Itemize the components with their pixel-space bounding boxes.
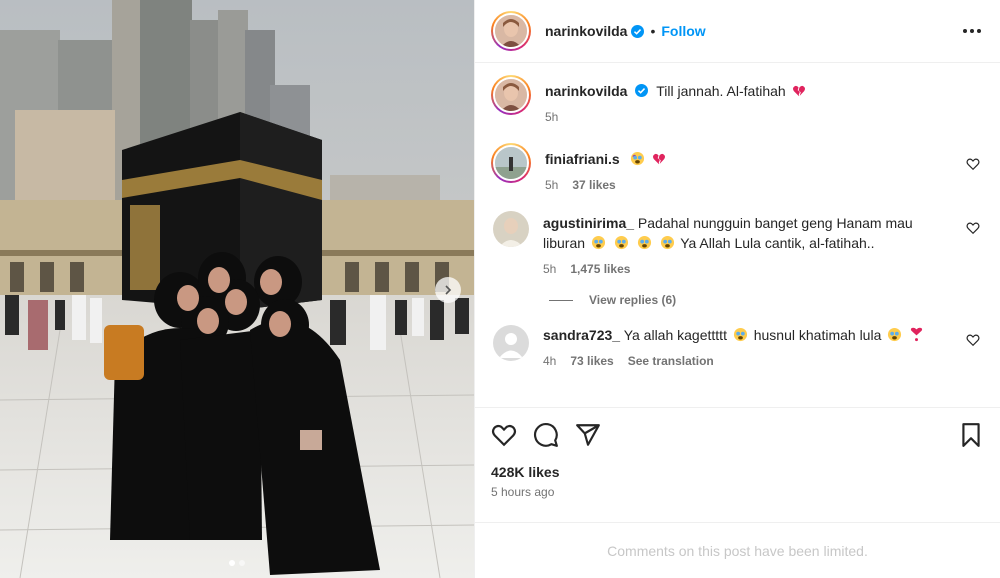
verified-badge-icon xyxy=(631,24,645,38)
comment-text-continued: husnul khatimah lula xyxy=(753,327,882,343)
crying-face-icon xyxy=(591,235,605,250)
comment-item: finiafriani.s 5h 37 likes xyxy=(491,143,984,195)
comment-username[interactable]: agustinirima_ xyxy=(543,215,634,231)
author-username[interactable]: narinkovilda xyxy=(545,23,627,39)
heart-icon[interactable] xyxy=(491,422,517,448)
avatar-image xyxy=(495,15,527,47)
comments-limited-notice: Comments on this post have been limited. xyxy=(475,522,1000,578)
more-options-button[interactable] xyxy=(960,19,984,43)
comment-time[interactable]: 5h xyxy=(545,175,558,195)
crying-face-icon xyxy=(637,235,651,250)
follow-button[interactable]: Follow xyxy=(661,23,705,39)
crying-face-icon xyxy=(733,327,747,342)
comment-time[interactable]: 5h xyxy=(543,259,556,279)
broken-heart-icon xyxy=(792,85,805,97)
view-replies-button[interactable]: View replies (6) xyxy=(549,293,984,307)
carousel-dots xyxy=(0,560,474,566)
caption-time[interactable]: 5h xyxy=(545,107,558,127)
comment-avatar[interactable] xyxy=(493,211,529,247)
more-icon xyxy=(963,29,981,33)
post-image[interactable] xyxy=(0,0,474,578)
replies-divider xyxy=(549,299,573,301)
broken-heart-icon xyxy=(653,153,666,165)
comment-time[interactable]: 4h xyxy=(543,351,556,371)
comment-item: agustinirima_ Padahal nungguin banget ge… xyxy=(491,211,984,279)
kaaba-photo xyxy=(0,0,474,578)
crying-face-icon xyxy=(614,235,628,250)
like-comment-heart-icon[interactable] xyxy=(966,333,980,347)
comment-avatar[interactable] xyxy=(493,325,529,361)
like-comment-heart-icon[interactable] xyxy=(966,221,980,235)
avatar-image xyxy=(495,147,527,179)
comment-username[interactable]: sandra723_ xyxy=(543,327,620,343)
avatar-image xyxy=(493,211,529,247)
crying-face-icon xyxy=(660,235,674,250)
comment-item: sandra723_ Ya allah kagettttt husnul kha… xyxy=(491,325,984,371)
comment-likes[interactable]: 1,475 likes xyxy=(570,259,630,279)
post-side-panel: narinkovilda • Follow narinkovilda Till … xyxy=(474,0,1000,578)
post-view: narinkovilda • Follow narinkovilda Till … xyxy=(0,0,1000,578)
carousel-next-button[interactable] xyxy=(435,277,461,303)
comment-avatar[interactable] xyxy=(491,143,531,183)
author-info: narinkovilda • Follow xyxy=(545,23,706,39)
comment-icon[interactable] xyxy=(533,422,559,448)
bookmark-icon[interactable] xyxy=(958,422,984,448)
like-comment-heart-icon[interactable] xyxy=(966,157,980,171)
see-translation-button[interactable]: See translation xyxy=(628,351,714,371)
verified-badge-icon xyxy=(635,84,649,97)
chevron-right-icon xyxy=(445,285,452,295)
post-actions: 428K likes 5 hours ago xyxy=(475,407,1000,522)
carousel-dot-1 xyxy=(229,560,235,566)
avatar-image xyxy=(495,79,527,111)
default-avatar-icon xyxy=(493,325,529,361)
comment-likes[interactable]: 37 likes xyxy=(572,175,615,195)
post-header: narinkovilda • Follow xyxy=(475,0,1000,63)
comment-likes[interactable]: 73 likes xyxy=(570,351,613,371)
carousel-dot-2 xyxy=(239,560,245,566)
crying-face-icon xyxy=(888,327,902,342)
caption-avatar[interactable] xyxy=(491,75,531,115)
crying-face-icon xyxy=(630,151,644,166)
comment-text: Ya allah kagettttt xyxy=(623,327,727,343)
caption-text: Till jannah. Al-fatihah xyxy=(656,83,786,99)
header-separator: • xyxy=(650,23,656,39)
view-replies-label: View replies (6) xyxy=(589,293,677,307)
comment-username[interactable]: finiafriani.s xyxy=(545,151,620,167)
caption: narinkovilda Till jannah. Al-fatihah 5h xyxy=(491,75,984,127)
like-count[interactable]: 428K likes xyxy=(491,464,984,480)
comment-text-continued: Ya Allah Lula cantik, al-fatihah.. xyxy=(680,235,875,251)
comments-list: narinkovilda Till jannah. Al-fatihah 5h xyxy=(475,63,1000,407)
post-timestamp[interactable]: 5 hours ago xyxy=(491,485,984,499)
share-icon[interactable] xyxy=(575,422,601,448)
author-avatar[interactable] xyxy=(491,11,531,51)
caption-username[interactable]: narinkovilda xyxy=(545,83,627,99)
heart-exclamation-icon xyxy=(911,327,923,342)
